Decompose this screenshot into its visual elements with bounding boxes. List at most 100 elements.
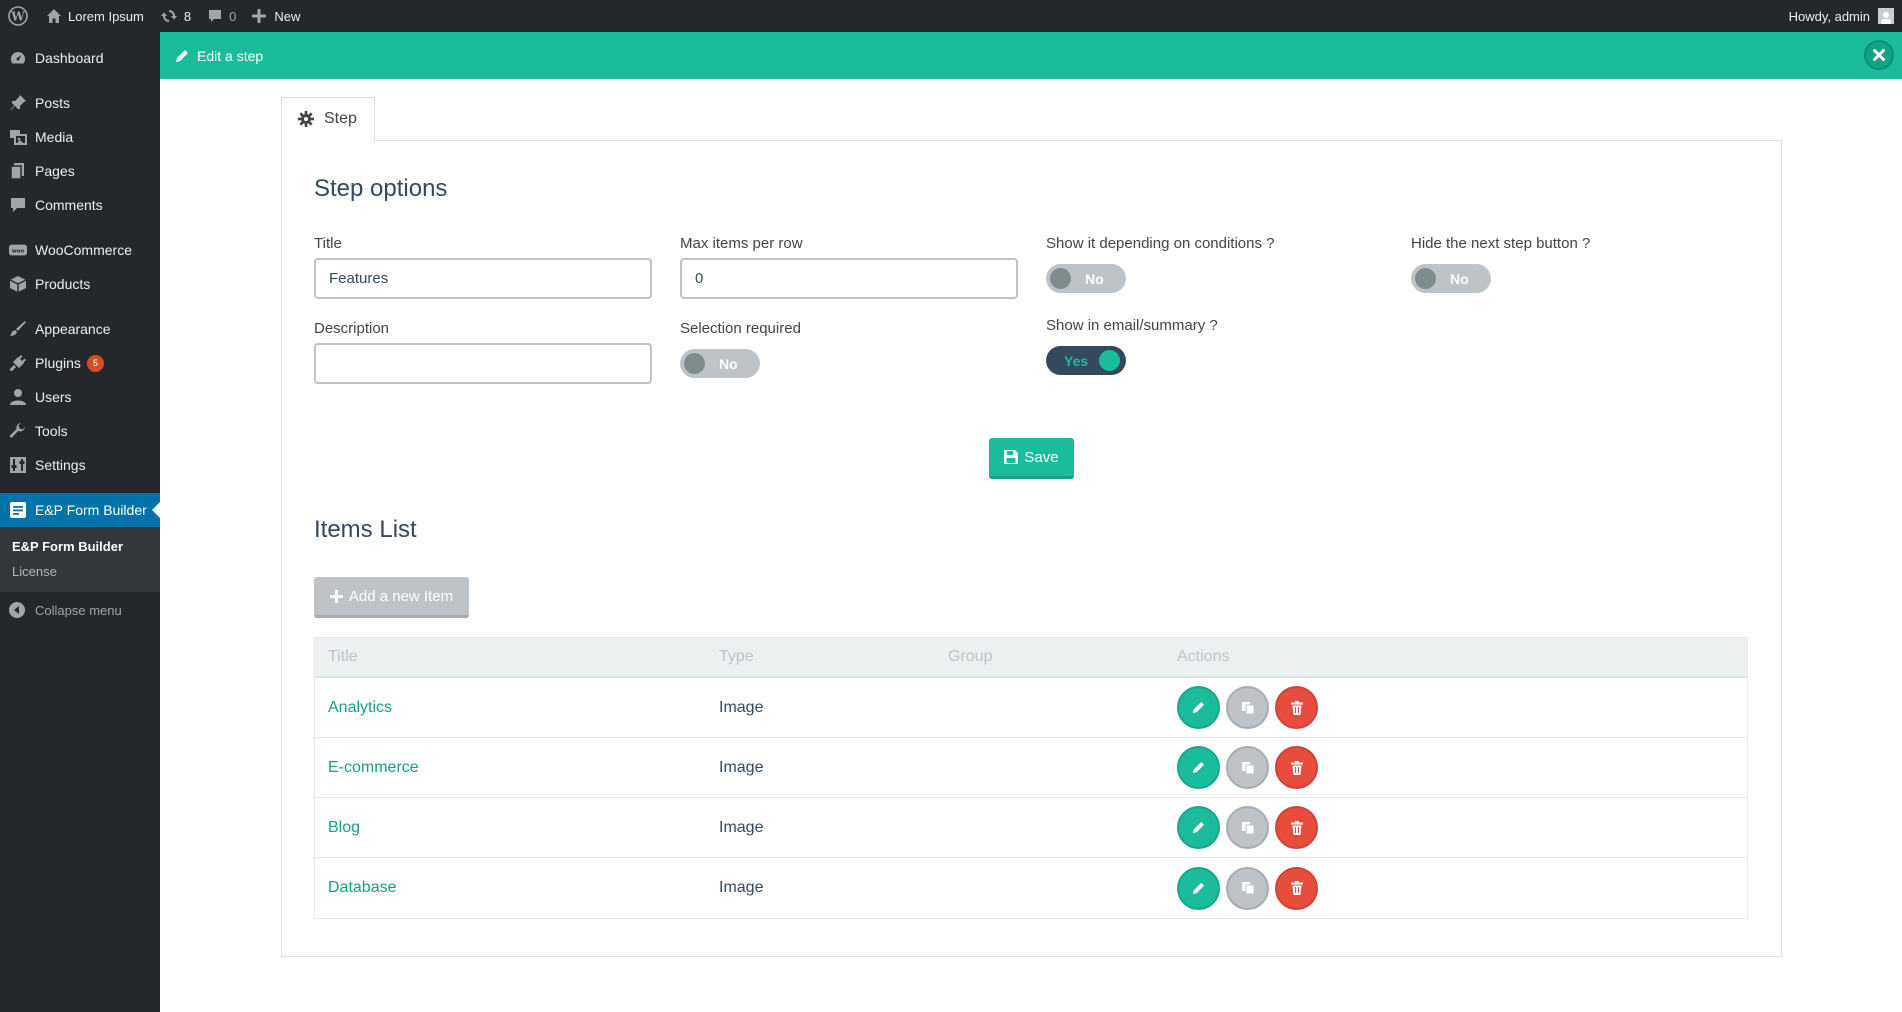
trash-icon	[1290, 760, 1303, 775]
table-header: Title Type Group Actions	[315, 638, 1747, 678]
step-options-heading: Step options	[314, 175, 448, 202]
selection-required-toggle[interactable]: No	[680, 349, 760, 378]
wordpress-logo-icon[interactable]: W	[0, 0, 38, 32]
item-title-link[interactable]: Analytics	[315, 699, 719, 717]
sidebar-item-label: E&P Form Builder	[35, 502, 147, 518]
toggle-knob	[684, 353, 705, 374]
title-input[interactable]: Features	[314, 258, 652, 299]
sidebar-item-products[interactable]: Products	[0, 267, 160, 301]
toggle-label: No	[1450, 270, 1469, 287]
item-title-link[interactable]: E-commerce	[315, 759, 719, 777]
pencil-icon	[1192, 761, 1205, 774]
table-row: Analytics Image	[315, 678, 1747, 738]
new-label: New	[274, 8, 301, 24]
sidebar-item-media[interactable]: Media	[0, 120, 160, 154]
delete-item-button[interactable]	[1275, 686, 1318, 729]
submenu-item-license[interactable]: License	[0, 559, 160, 584]
hide-next-toggle[interactable]: No	[1411, 264, 1491, 293]
sidebar-item-ep-form-builder[interactable]: E&P Form Builder	[0, 493, 160, 527]
edit-step-title: Edit a step	[197, 47, 264, 64]
sidebar-item-label: WooCommerce	[35, 242, 132, 258]
pages-icon	[9, 162, 27, 180]
tab-step-label: Step	[324, 110, 357, 127]
my-account[interactable]: Howdy, admin	[1789, 0, 1894, 32]
add-item-label: Add a new Item	[348, 587, 454, 605]
item-actions	[1177, 746, 1747, 789]
edit-item-button[interactable]	[1177, 686, 1220, 729]
site-name: Lorem Ipsum	[68, 8, 144, 24]
sidebar-item-label: Products	[35, 276, 91, 292]
sidebar-item-comments[interactable]: Comments	[0, 188, 160, 222]
sidebar-item-appearance[interactable]: Appearance	[0, 312, 160, 346]
svg-text:W: W	[10, 10, 25, 24]
edit-item-button[interactable]	[1177, 866, 1220, 910]
close-button[interactable]	[1864, 40, 1894, 70]
table-row: E-commerce Image	[315, 738, 1747, 798]
comments-link[interactable]: 0	[199, 0, 244, 32]
sidebar-item-label: Tools	[35, 423, 68, 439]
edit-step-header: Edit a step	[160, 32, 1902, 79]
toggle-label: No	[1085, 270, 1104, 287]
pencil-icon	[1192, 821, 1205, 834]
sidebar-item-woocommerce[interactable]: woo WooCommerce	[0, 233, 160, 267]
max-items-input[interactable]: 0	[680, 258, 1018, 299]
woo-icon: woo	[9, 241, 27, 259]
edit-item-button[interactable]	[1177, 746, 1220, 789]
updates-count: 8	[183, 8, 192, 24]
max-items-label: Max items per row	[680, 235, 803, 252]
save-label: Save	[1024, 448, 1059, 466]
media-icon	[9, 128, 27, 146]
delete-item-button[interactable]	[1275, 806, 1318, 849]
duplicate-item-button[interactable]	[1226, 866, 1269, 910]
box-icon	[9, 275, 27, 293]
brush-icon	[9, 320, 27, 338]
title-label: Title	[314, 235, 342, 252]
dashboard-icon	[9, 49, 27, 67]
delete-item-button[interactable]	[1275, 866, 1318, 910]
show-conditions-toggle[interactable]: No	[1046, 264, 1126, 293]
wrench-icon	[9, 422, 27, 440]
duplicate-item-button[interactable]	[1226, 746, 1269, 789]
settings-icon	[9, 456, 27, 474]
edit-item-button[interactable]	[1177, 806, 1220, 849]
site-name-link[interactable]: Lorem Ipsum	[38, 0, 152, 32]
save-button[interactable]: Save	[989, 438, 1074, 479]
sidebar-item-plugins[interactable]: Plugins 5	[0, 346, 160, 380]
item-title-link[interactable]: Database	[315, 879, 719, 897]
add-item-button[interactable]: Add a new Item	[314, 577, 469, 618]
sidebar-item-tools[interactable]: Tools	[0, 414, 160, 448]
sidebar-item-pages[interactable]: Pages	[0, 154, 160, 188]
refresh-icon	[160, 10, 177, 22]
form-icon	[9, 501, 27, 519]
svg-text:woo: woo	[12, 249, 25, 255]
toggle-label: No	[719, 355, 738, 372]
sidebar-item-dashboard[interactable]: Dashboard	[0, 41, 160, 75]
duplicate-item-button[interactable]	[1226, 806, 1269, 849]
sidebar-item-label: Pages	[35, 163, 75, 179]
column-header-actions: Actions	[1177, 648, 1230, 665]
copy-icon	[1241, 821, 1254, 834]
collapse-menu-button[interactable]: Collapse menu	[0, 592, 160, 628]
duplicate-item-button[interactable]	[1226, 686, 1269, 729]
updates-link[interactable]: 8	[152, 0, 199, 32]
sidebar-item-users[interactable]: Users	[0, 380, 160, 414]
user-icon	[9, 388, 27, 406]
table-row: Database Image	[315, 858, 1747, 918]
pencil-icon	[1192, 882, 1205, 894]
show-email-label: Show in email/summary ?	[1046, 317, 1218, 334]
item-actions	[1177, 686, 1747, 729]
description-label: Description	[314, 320, 390, 337]
delete-item-button[interactable]	[1275, 746, 1318, 789]
tab-step[interactable]: Step	[281, 97, 375, 141]
plus-icon	[252, 9, 267, 23]
submenu-item-ep-form-builder[interactable]: E&P Form Builder	[0, 534, 160, 559]
copy-icon	[1241, 882, 1254, 895]
show-email-toggle[interactable]: Yes	[1046, 346, 1126, 375]
description-input[interactable]	[314, 343, 652, 384]
sidebar-item-posts[interactable]: Posts	[0, 86, 160, 120]
sidebar-item-settings[interactable]: Settings	[0, 448, 160, 482]
item-title-link[interactable]: Blog	[315, 819, 719, 837]
show-conditions-label: Show it depending on conditions ?	[1046, 235, 1275, 252]
admin-sidebar: Dashboard Posts Media Pages Comments woo…	[0, 32, 160, 1012]
new-content-link[interactable]: New	[244, 0, 308, 32]
